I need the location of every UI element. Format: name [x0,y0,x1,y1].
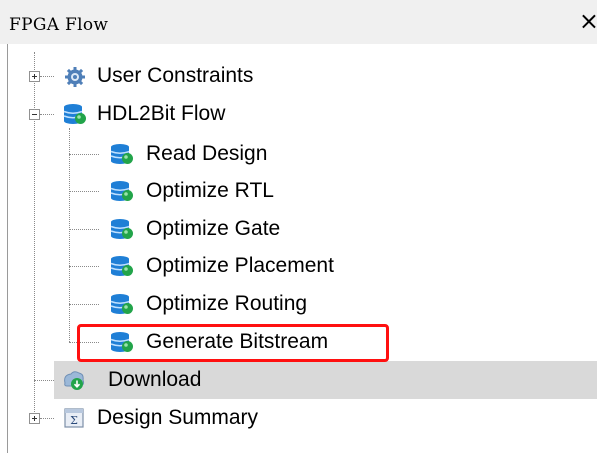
tree-branch-line [40,114,54,115]
tree-item-generate-bitstream[interactable]: Generate Bitstream [146,330,328,354]
tree-branch-line [34,380,54,381]
svg-text:Σ: Σ [70,414,78,427]
tree-item-optimize-routing[interactable]: Optimize Routing [146,292,307,316]
tree-branch-line [40,418,54,419]
panel-title: FPGA Flow [9,15,109,35]
expand-toggle-design-summary[interactable] [29,413,40,424]
gear-icon [64,66,86,88]
tree-branch-line [69,304,99,305]
summary-icon: Σ [63,407,85,429]
tree-item-hdl2bit-flow[interactable]: HDL2Bit Flow [97,102,225,126]
tree-branch-line [69,154,99,155]
tree-root-connector [34,52,35,420]
database-icon [110,293,133,315]
database-icon [110,218,133,240]
tree-item-optimize-rtl[interactable]: Optimize RTL [146,179,274,203]
tree-branch-line [69,191,99,192]
tree-item-user-constraints[interactable]: User Constraints [97,64,253,88]
database-icon [110,180,133,202]
tree-item-optimize-gate[interactable]: Optimize Gate [146,217,280,241]
database-icon [110,255,133,277]
database-icon [63,103,86,125]
tree-branch-line [69,229,99,230]
tree-child-connector [69,128,70,342]
panel-titlebar: FPGA Flow × [0,0,597,44]
expand-toggle-user-constraints[interactable] [29,71,40,82]
close-icon[interactable]: × [579,9,597,33]
tree-item-read-design[interactable]: Read Design [146,142,267,166]
database-icon [110,331,133,353]
tree-item-design-summary[interactable]: Design Summary [97,406,258,430]
database-icon [110,143,133,165]
fpga-flow-panel: FPGA Flow × User Constraints HDL2Bit Flo… [0,0,597,453]
tree-branch-line [40,76,54,77]
collapse-toggle-hdl2bit-flow[interactable] [29,109,40,120]
download-icon [62,369,85,391]
tree-branch-line [69,266,99,267]
tree-item-optimize-placement[interactable]: Optimize Placement [146,254,334,278]
tree-item-download[interactable]: Download [108,368,201,392]
